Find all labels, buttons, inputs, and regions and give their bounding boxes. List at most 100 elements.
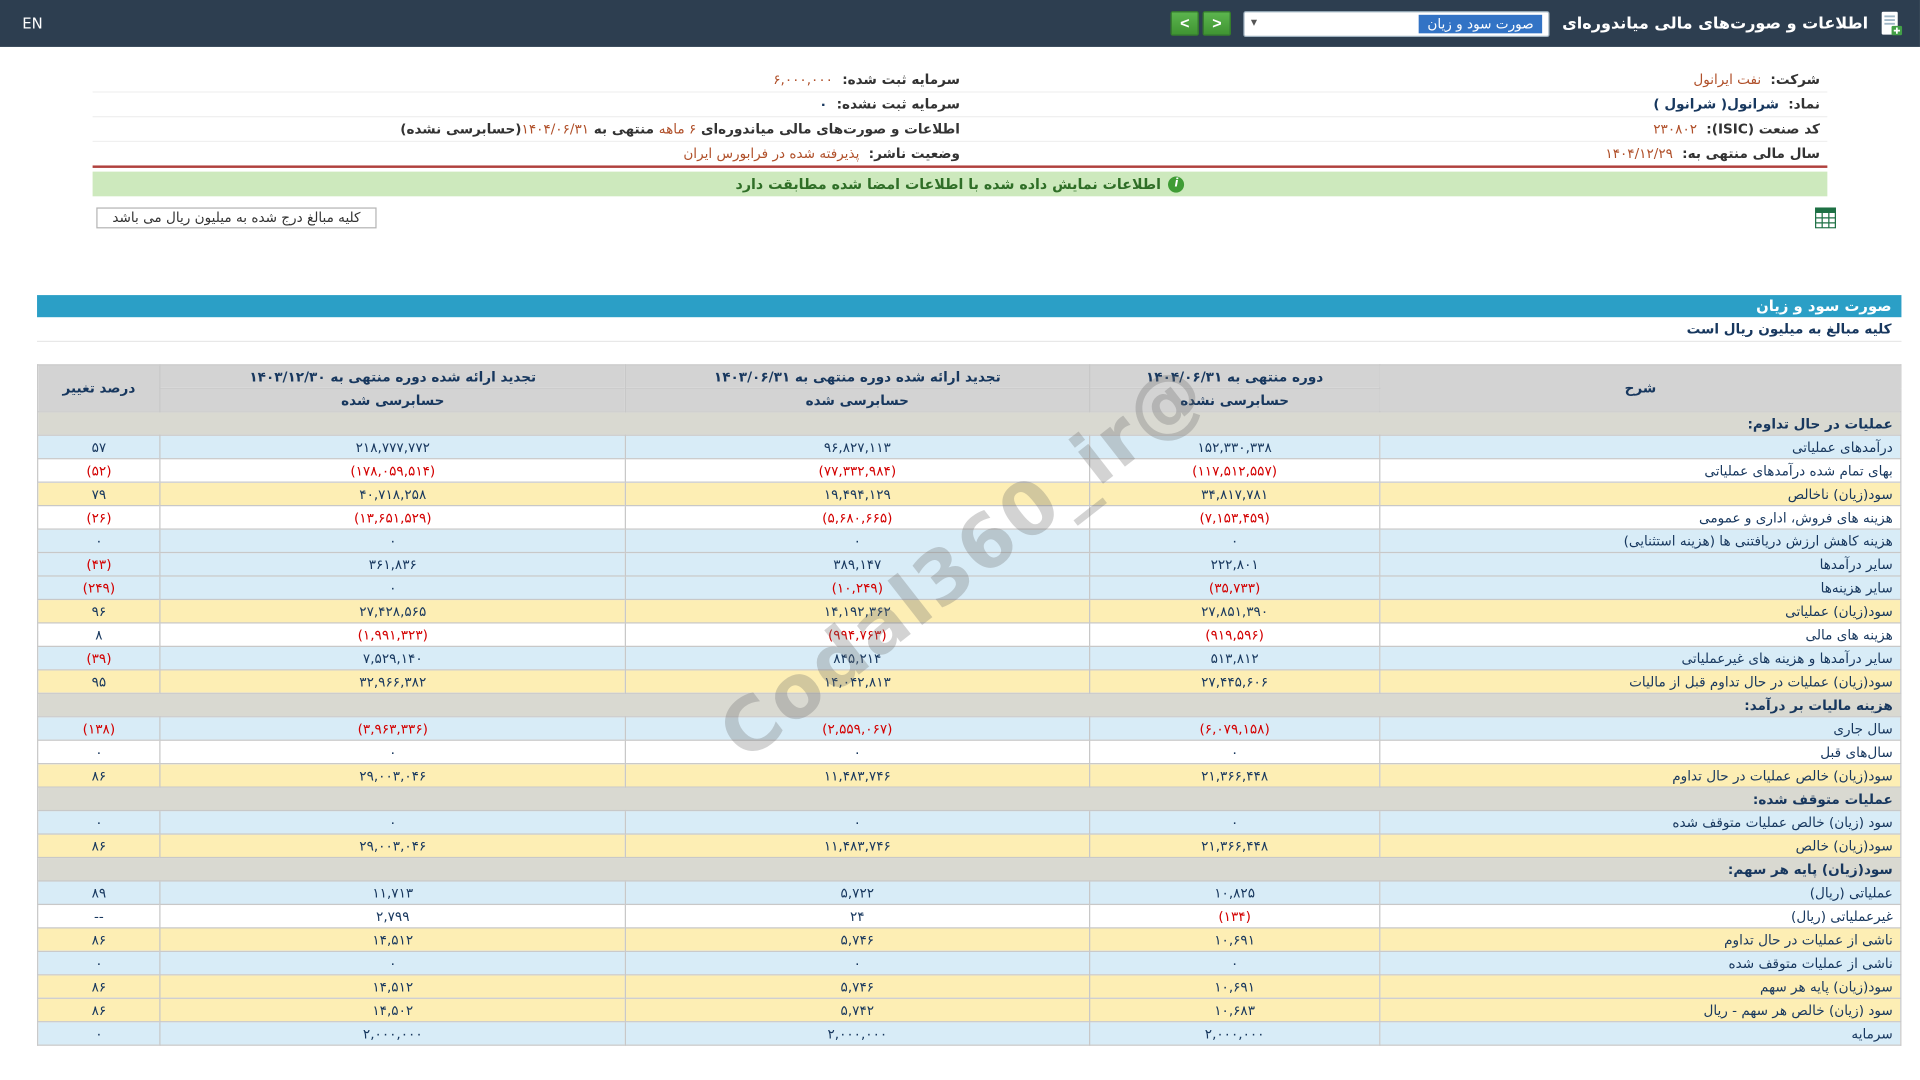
- statement-row: هزینه های فروش، اداری و عمومی (۷,۱۵۳,۴۵۹)…: [37, 504, 1902, 530]
- top-navbar: اطلاعات و صورت‌های مالی میاندوره‌ای صورت…: [0, 0, 1920, 47]
- audit-status-current: حسابرسی نشده: [1088, 387, 1381, 413]
- period-value: ۱۴,۱۹۲,۳۶۲: [624, 598, 1090, 624]
- change-percent-value: ۵۷: [37, 434, 161, 460]
- statement-row: ناشی از عملیات متوقف شده ۰ ۰ ۰ ۰: [37, 950, 1902, 976]
- change-percent-value: ۸۹: [37, 880, 161, 906]
- period-info-mid: منتهی به: [589, 121, 659, 138]
- fiscal-year-value: ۱۴۰۴/۱۲/۲۹: [1605, 145, 1673, 162]
- period-value: ۲۹,۰۰۳,۰۴۶: [159, 833, 626, 859]
- period-value: (۷۷,۳۳۲,۹۸۴): [624, 458, 1090, 483]
- change-percent-value: ۰: [37, 809, 161, 835]
- change-percent-value: ۸۶: [37, 974, 161, 999]
- period-value: ۳۶۱,۸۳۶: [159, 551, 626, 577]
- row-label: سود (زیان) خالص هر سهم - ریال: [1379, 997, 1902, 1023]
- section-label: عملیات متوقف شده:: [37, 786, 1902, 812]
- fiscal-year-cell: سال مالی منتهی به: ۱۴۰۴/۱۲/۲۹: [960, 144, 1820, 163]
- period-value: (۹۹۴,۷۶۳): [624, 622, 1090, 647]
- period-value: ۰: [624, 528, 1090, 554]
- change-percent-value: --: [37, 903, 161, 929]
- period-value: ۲۹,۰۰۳,۰۴۶: [159, 763, 626, 788]
- nav-back-button[interactable]: <: [1170, 11, 1200, 36]
- statement-row: غیرعملیاتی (ریال) (۱۳۴) ۲۴ ۲,۷۹۹ --: [37, 903, 1902, 929]
- section-label: هزینه مالیات بر درآمد:: [37, 692, 1902, 718]
- row-label: ناشی از عملیات در حال تداوم: [1379, 927, 1902, 952]
- row-label: درآمدهای عملیاتی: [1379, 434, 1902, 460]
- period-audit-status: (حسابرسی نشده): [400, 121, 522, 138]
- period-value: (۳۵,۷۳۳): [1088, 575, 1381, 601]
- row-label: هزینه های مالی: [1379, 622, 1902, 647]
- column-header-change-percent: درصد تغییر: [37, 364, 161, 413]
- statement-row: سال‌های قبل ۰ ۰ ۰ ۰: [37, 739, 1902, 765]
- statement-row: هزینه های مالی (۹۱۹,۵۹۶) (۹۹۴,۷۶۳) (۱,۹۹۱,۳…: [37, 622, 1902, 647]
- period-value: ۱۱,۴۸۳,۷۴۶: [624, 763, 1090, 788]
- period-value: (۲,۵۵۹,۰۶۷): [624, 716, 1090, 741]
- statement-select[interactable]: صورت سود و زیان ▾: [1243, 10, 1550, 37]
- period-value: (۵,۶۸۰,۶۶۵): [624, 504, 1090, 530]
- period-value: ۵,۷۴۶: [624, 974, 1090, 999]
- excel-export-icon[interactable]: [1815, 206, 1836, 228]
- row-label: سال جاری: [1379, 716, 1902, 741]
- period-value: ۸۴۵,۲۱۴: [624, 645, 1090, 671]
- period-value: ۱۱,۴۸۳,۷۴۶: [624, 833, 1090, 859]
- row-label: سود(زیان) ناخالص: [1379, 481, 1902, 507]
- period-value: ۱۴,۵۰۲: [159, 997, 626, 1023]
- section-header-row: عملیات متوقف شده:: [37, 786, 1902, 812]
- period-value: ۲۴: [624, 903, 1090, 929]
- row-label: سود(زیان) عملیاتی: [1379, 598, 1902, 624]
- period-value: (۹۱۹,۵۹۶): [1088, 622, 1381, 647]
- period-value: ۳۸۹,۱۴۷: [624, 551, 1090, 577]
- row-label: سود (زیان) خالص عملیات متوقف شده: [1379, 809, 1902, 835]
- signature-match-alert: i اطلاعات نمایش داده شده با اطلاعات امضا…: [92, 171, 1828, 197]
- period-value: ۲,۰۰۰,۰۰۰: [1088, 1021, 1381, 1046]
- company-info-row: سال مالی منتهی به: ۱۴۰۴/۱۲/۲۹ وضعیت ناشر…: [93, 142, 1828, 165]
- symbol-cell: نماد: شرانول( شرانول ): [960, 95, 1820, 114]
- period-value: (۱۱۷,۵۱۲,۵۵۷): [1088, 458, 1381, 483]
- isic-cell: کد صنعت (ISIC): ۲۳۰۸۰۲: [960, 120, 1820, 139]
- statement-row: سایر هزینه‌ها (۳۵,۷۳۳) (۱۰,۲۴۹) ۰ (۲۴۹): [37, 575, 1902, 601]
- unregistered-capital-label: سرمایه ثبت نشده:: [836, 96, 960, 113]
- section-header-row: هزینه مالیات بر درآمد:: [37, 692, 1902, 718]
- period-value: ۰: [159, 528, 626, 554]
- period-value: ۵,۷۴۲: [624, 997, 1090, 1023]
- statement-row: درآمدهای عملیاتی ۱۵۲,۳۳۰,۳۳۸ ۹۶,۸۲۷,۱۱۳ ۲۱۸…: [37, 434, 1902, 460]
- info-icon: i: [1168, 175, 1185, 192]
- alert-text: اطلاعات نمایش داده شده با اطلاعات امضا ش…: [735, 175, 1161, 193]
- row-label: هزینه های فروش، اداری و عمومی: [1379, 504, 1902, 530]
- period-value: ۵۱۳,۸۱۲: [1088, 645, 1381, 671]
- period-value: ۰: [624, 809, 1090, 835]
- period-nav: < >: [1170, 11, 1232, 36]
- symbol-value: شرانول( شرانول ): [1653, 96, 1779, 113]
- period-value: ۱۹,۴۹۴,۱۲۹: [624, 481, 1090, 507]
- statement-row: ناشی از عملیات در حال تداوم ۱۰,۶۹۱ ۵,۷۴۶ ۱۴…: [37, 927, 1902, 952]
- section-label: عملیات در حال تداوم:: [37, 411, 1902, 436]
- row-label: غیرعملیاتی (ریال): [1379, 903, 1902, 929]
- change-percent-value: ۸۶: [37, 927, 161, 952]
- change-percent-value: ۷۹: [37, 481, 161, 507]
- symbol-label: نماد:: [1788, 96, 1820, 113]
- change-percent-value: ۸: [37, 622, 161, 647]
- row-label: ناشی از عملیات متوقف شده: [1379, 950, 1902, 976]
- period-value: ۲۱۸,۷۷۷,۷۷۲: [159, 434, 626, 460]
- statement-row: عملیاتی (ریال) ۱۰,۸۲۵ ۵,۷۲۲ ۱۱,۷۱۳ ۸۹: [37, 880, 1902, 906]
- period-value: ۱۴,۵۱۲: [159, 974, 626, 999]
- statement-row: سود(زیان) ناخالص ۳۴,۸۱۷,۷۸۱ ۱۹,۴۹۴,۱۲۹ ۴۰,۷…: [37, 481, 1902, 507]
- period-value: ۲۱,۳۶۶,۴۴۸: [1088, 833, 1381, 859]
- language-toggle[interactable]: EN: [22, 15, 42, 32]
- period-value: ۵,۷۲۲: [624, 880, 1090, 906]
- change-percent-value: ۸۶: [37, 997, 161, 1023]
- period-value: ۲,۰۰۰,۰۰۰: [159, 1021, 626, 1046]
- nav-forward-button[interactable]: >: [1202, 11, 1232, 36]
- statement-title-bar: صورت سود و زیان: [37, 295, 1902, 318]
- change-percent-value: ۹۵: [37, 669, 161, 694]
- publisher-status-value: پذیرفته شده در فرابورس ایران: [683, 145, 860, 162]
- change-percent-value: ۰: [37, 1021, 161, 1046]
- statement-row: هزینه کاهش ارزش دریافتنی ها (هزینه استثن…: [37, 528, 1902, 554]
- period-value: ۱۱,۷۱۳: [159, 880, 626, 906]
- statement-section: صورت سود و زیان کلیه مبالغ به میلیون ریا…: [37, 295, 1902, 1046]
- column-header-period-restated-1: تجدید ارائه شده دوره منتهی به ۱۴۰۳/۰۶/۳۱: [624, 364, 1090, 389]
- period-value: ۰: [159, 575, 626, 601]
- row-label: سایر درآمدها: [1379, 551, 1902, 577]
- statement-row: سود(زیان) خالص ۲۱,۳۶۶,۴۴۸ ۱۱,۴۸۳,۷۴۶ ۲۹,۰۰۳…: [37, 833, 1902, 859]
- column-header-period-current: دوره منتهی به ۱۴۰۴/۰۶/۳۱: [1088, 364, 1381, 389]
- change-percent-value: (۳۹): [37, 645, 161, 671]
